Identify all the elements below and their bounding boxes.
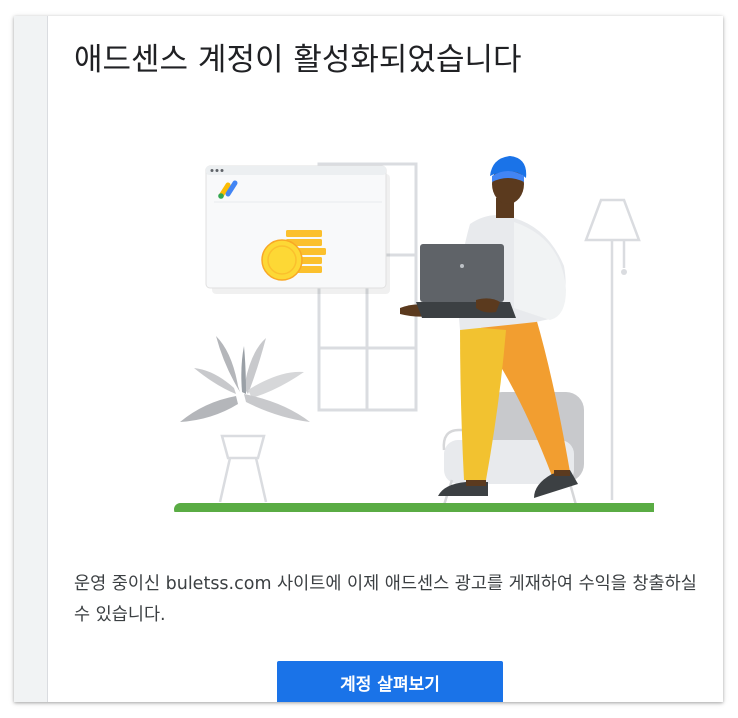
- page: 애드센스 계정이 활성화되었습니다 운영 중이신 buletss.com 사이트…: [0, 0, 738, 718]
- adsense-window: [205, 165, 390, 294]
- ground: [174, 503, 654, 512]
- explore-account-button[interactable]: 계정 살펴보기: [277, 661, 503, 702]
- activation-illustration: [174, 156, 654, 512]
- activation-message: 운영 중이신 buletss.com 사이트에 이제 애드센스 광고를 게재하여…: [74, 574, 697, 625]
- left-rail: [14, 16, 48, 702]
- page-title: 애드센스 계정이 활성화되었습니다: [74, 42, 522, 78]
- adsense-activation-card: 애드센스 계정이 활성화되었습니다 운영 중이신 buletss.com 사이트…: [14, 16, 723, 702]
- floor-lamp: [584, 198, 641, 500]
- person-with-laptop: [400, 156, 578, 498]
- potted-plant: [180, 336, 310, 503]
